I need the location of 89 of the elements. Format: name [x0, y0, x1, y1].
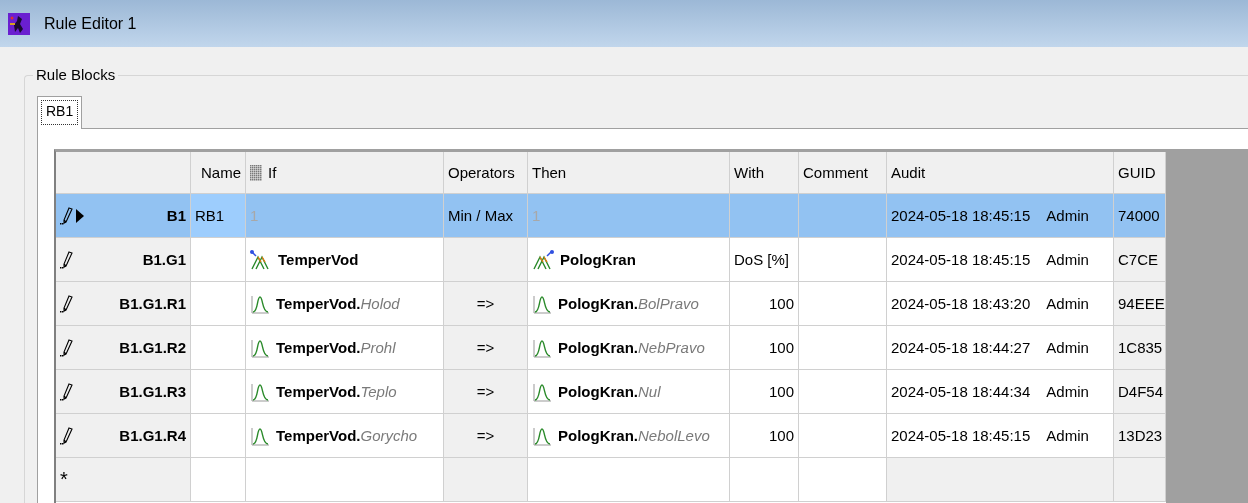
cell-text: 1: [250, 207, 259, 224]
pencil-icon: [60, 206, 74, 225]
audit-user: Admin: [1046, 207, 1089, 224]
table-row[interactable]: B1.G1.R3 TemperVod.Teplo => PologKran.Nul 100 2024-05-18 18:44:34 Admin D4F54: [56, 370, 1166, 414]
current-row-arrow-icon: [76, 208, 84, 223]
table-row[interactable]: *: [56, 458, 1166, 502]
column-header[interactable]: Then: [528, 152, 730, 193]
row-id: B1.G1.R2: [119, 339, 186, 356]
audit-time: 2024-05-18 18:45:15: [891, 427, 1031, 444]
bell-curve-icon: [532, 381, 552, 402]
new-row-marker: *: [60, 468, 68, 491]
column-header[interactable]: Audit: [887, 152, 1114, 193]
audit-user: Admin: [1046, 339, 1089, 356]
cell-text: PologKran.NebPravo: [558, 339, 705, 356]
cell-text: TemperVod.Teplo: [276, 383, 397, 400]
bell-curve-icon: [532, 293, 552, 314]
table-cell: D4F54: [1114, 370, 1166, 413]
bell-curve-icon: [532, 337, 552, 358]
output-variable-icon: [532, 249, 554, 270]
tab[interactable]: RB1: [37, 96, 83, 129]
window-title: Rule Editor 1: [44, 14, 137, 33]
table-cell: =>: [444, 370, 528, 413]
row-id: B1: [166, 207, 186, 224]
table-cell: 1C835: [1114, 326, 1166, 369]
table-row[interactable]: B1.G1 TemperVod PologKran DoS [%] 2024-05-18 18:45:15 Admin C7CE: [56, 238, 1166, 282]
column-header[interactable]: Operators: [444, 152, 528, 193]
row-header[interactable]: B1.G1.R2: [56, 326, 191, 369]
table-cell: RB1: [191, 194, 246, 237]
cell-text: PologKran: [560, 251, 636, 268]
table-row[interactable]: B1.G1.R1 TemperVod.Holod => PologKran.BolPravo 100 2024-05-18 18:43:20 Admin 94EEE: [56, 282, 1166, 326]
column-header[interactable]: Name: [191, 152, 246, 193]
group-box-label: Rule Blocks: [33, 66, 119, 83]
audit-user: Admin: [1046, 427, 1089, 444]
table-row[interactable]: B1.G1.R2 TemperVod.Prohl => PologKran.NebPravo 100 2024-05-18 18:44:27 Admin 1C835: [56, 326, 1166, 370]
audit-time: 2024-05-18 18:45:15: [891, 207, 1031, 224]
table-cell: =>: [444, 282, 528, 325]
table-row[interactable]: B1.G1.R4 TemperVod.Gorycho => PologKran.NebolLevo 100 2024-05-18 18:45:15 Admin 13D23: [56, 414, 1166, 458]
cell-text: 1: [532, 207, 541, 224]
pencil-icon: [60, 426, 74, 445]
bell-curve-icon: [250, 337, 270, 358]
row-id: B1.G1.R3: [119, 383, 186, 400]
table-cell: [1114, 458, 1166, 501]
row-header[interactable]: B1.G1: [56, 238, 191, 281]
bell-curve-icon: [250, 293, 270, 314]
audit-time: 2024-05-18 18:45:15: [891, 251, 1031, 268]
cell-text: PologKran.Nul: [558, 383, 661, 400]
table-cell: =>: [444, 414, 528, 457]
table-cell: 74000: [1114, 194, 1166, 237]
audit-time: 2024-05-18 18:43:20: [891, 295, 1031, 312]
audit-user: Admin: [1046, 295, 1089, 312]
table-cell: =>: [444, 326, 528, 369]
grid-icon: [250, 164, 262, 181]
row-id: B1.G1: [142, 251, 186, 268]
column-header[interactable]: GUID: [1114, 152, 1166, 193]
row-header[interactable]: B1: [56, 194, 191, 237]
table-cell: 94EEE: [1114, 282, 1166, 325]
row-header[interactable]: B1.G1.R1: [56, 282, 191, 325]
column-header[interactable]: Comment: [799, 152, 887, 193]
cell-text: TemperVod: [278, 251, 359, 268]
cell-text: TemperVod.Prohl: [276, 339, 396, 356]
pencil-icon: [60, 338, 74, 357]
row-id: B1.G1.R1: [119, 295, 186, 312]
table-cell: Min / Max: [444, 194, 528, 237]
row-header[interactable]: *: [56, 458, 191, 501]
column-header[interactable]: With: [730, 152, 799, 193]
cell-text: PologKran.NebolLevo: [558, 427, 710, 444]
cell-text: TemperVod.Gorycho: [276, 427, 418, 444]
pencil-icon: [60, 382, 74, 401]
table-row[interactable]: B1 RB1 1 Min / Max 1 2024-05-18 18:45:15 Admin 74000: [56, 194, 1166, 238]
column-header[interactable]: If: [246, 152, 444, 193]
column-label: If: [268, 164, 277, 181]
table-cell: 13D23: [1114, 414, 1166, 457]
input-variable-icon: [250, 249, 272, 270]
pencil-icon: [60, 250, 74, 269]
audit-user: Admin: [1046, 383, 1089, 400]
bell-curve-icon: [250, 381, 270, 402]
row-id: B1.G1.R4: [119, 427, 186, 444]
bell-curve-icon: [250, 425, 270, 446]
row-header[interactable]: B1.G1.R3: [56, 370, 191, 413]
audit-time: 2024-05-18 18:44:34: [891, 383, 1031, 400]
app-icon: [8, 12, 30, 35]
cell-text: TemperVod.Holod: [276, 295, 400, 312]
row-header[interactable]: B1.G1.R4: [56, 414, 191, 457]
audit-time: 2024-05-18 18:44:27: [891, 339, 1031, 356]
cell-text: PologKran.BolPravo: [558, 295, 699, 312]
table-cell: C7CE: [1114, 238, 1166, 281]
audit-user: Admin: [1046, 251, 1089, 268]
bell-curve-icon: [532, 425, 552, 446]
pencil-icon: [60, 294, 74, 313]
